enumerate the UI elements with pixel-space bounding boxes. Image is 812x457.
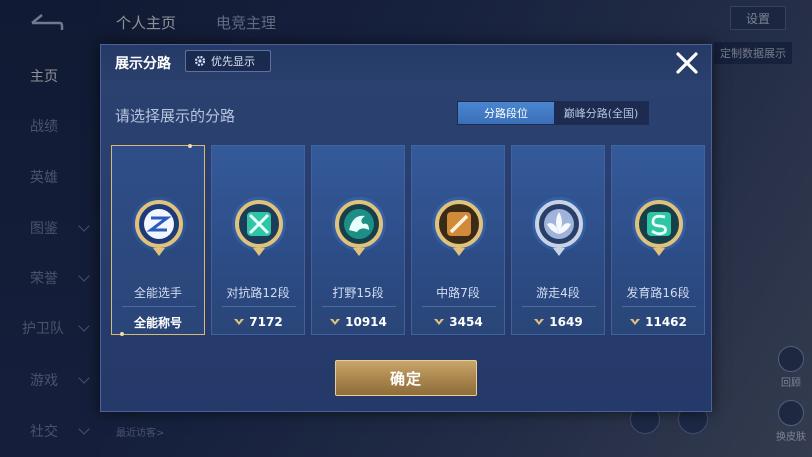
lane-card-mid[interactable]: 中路7段 3454 bbox=[411, 145, 505, 335]
lane-card-jungle[interactable]: 打野15段 10914 bbox=[311, 145, 405, 335]
lane-score: 全能称号 bbox=[112, 314, 204, 330]
peak-score-icon bbox=[234, 319, 245, 325]
card-divider bbox=[322, 306, 396, 307]
priority-display-button[interactable]: 优先显示 bbox=[185, 50, 271, 72]
corner-dot bbox=[188, 144, 192, 148]
lane-score-value: 11462 bbox=[645, 315, 687, 329]
corner-dot bbox=[120, 332, 124, 336]
jungle-emblem-icon bbox=[332, 197, 386, 256]
tab-lane-rank[interactable]: 分路段位 bbox=[458, 102, 554, 124]
dialog-body: 请选择展示的分路 分路段位 巅峰分路(全国) 全能选手 全能称号 对抗路12段 … bbox=[101, 81, 711, 411]
lane-score: 3454 bbox=[412, 314, 504, 330]
lane-score-value: 7172 bbox=[249, 315, 283, 329]
lane-score: 11462 bbox=[612, 314, 704, 330]
lane-score-value: 10914 bbox=[345, 315, 387, 329]
select-lane-prompt: 请选择展示的分路 bbox=[115, 107, 236, 125]
lane-score: 10914 bbox=[312, 314, 404, 330]
card-divider bbox=[622, 306, 696, 307]
priority-display-label: 优先显示 bbox=[211, 55, 255, 68]
card-divider bbox=[422, 306, 496, 307]
lane-name: 发育路16段 bbox=[626, 286, 690, 300]
clash-lane-emblem-icon bbox=[232, 197, 286, 256]
lane-name: 对抗路12段 bbox=[226, 286, 290, 300]
peak-score-icon bbox=[534, 319, 545, 325]
dialog-title: 展示分路 bbox=[115, 56, 171, 72]
mid-lane-emblem-icon bbox=[432, 197, 486, 256]
lane-tab-switch: 分路段位 巅峰分路(全国) bbox=[457, 101, 649, 125]
lane-card-farm[interactable]: 发育路16段 11462 bbox=[611, 145, 705, 335]
lane-name: 打野15段 bbox=[332, 286, 384, 300]
lane-display-dialog: 展示分路 优先显示 请选择展示的分路 分路段位 巅峰分路(全国) 全能选手 全能… bbox=[100, 44, 712, 412]
all-round-emblem-icon bbox=[132, 197, 186, 256]
close-icon[interactable] bbox=[673, 49, 701, 77]
card-divider bbox=[522, 306, 596, 307]
confirm-button[interactable]: 确定 bbox=[335, 360, 477, 396]
lane-name: 中路7段 bbox=[436, 286, 480, 300]
lane-card-roam[interactable]: 游走4段 1649 bbox=[511, 145, 605, 335]
lane-card-clash[interactable]: 对抗路12段 7172 bbox=[211, 145, 305, 335]
farm-lane-emblem-icon bbox=[632, 197, 686, 256]
lane-score-value: 1649 bbox=[549, 315, 583, 329]
peak-score-icon bbox=[630, 319, 641, 325]
lane-score: 7172 bbox=[212, 314, 304, 330]
lane-score-value: 3454 bbox=[449, 315, 483, 329]
tab-peak-lane[interactable]: 巅峰分路(全国) bbox=[554, 102, 648, 124]
card-divider bbox=[122, 306, 196, 307]
gear-icon bbox=[194, 55, 206, 67]
peak-score-icon bbox=[330, 319, 341, 325]
lane-score: 1649 bbox=[512, 314, 604, 330]
lane-card-all-round[interactable]: 全能选手 全能称号 bbox=[111, 144, 205, 336]
card-divider bbox=[222, 306, 296, 307]
lane-name: 全能选手 bbox=[133, 286, 182, 300]
peak-score-icon bbox=[434, 319, 445, 325]
lane-name: 游走4段 bbox=[536, 286, 580, 300]
lane-score-value: 全能称号 bbox=[133, 315, 182, 330]
dialog-header: 展示分路 优先显示 bbox=[101, 45, 711, 81]
roam-emblem-icon bbox=[532, 197, 586, 256]
